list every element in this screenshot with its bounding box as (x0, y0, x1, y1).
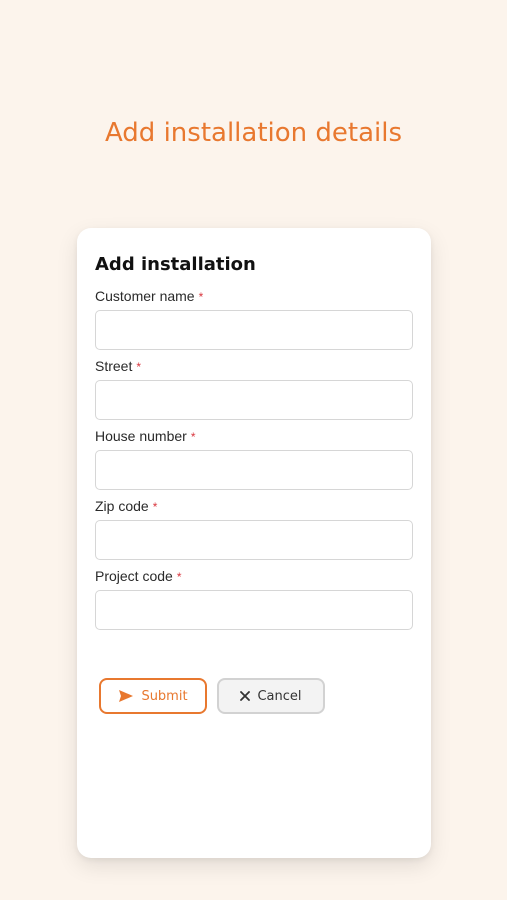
cancel-label: Cancel (257, 688, 302, 704)
customer-name-input[interactable] (95, 310, 413, 350)
customer-name-field-group: Customer name * (95, 288, 413, 350)
cancel-button[interactable]: Cancel (217, 678, 325, 714)
page-title: Add installation details (104, 118, 403, 148)
send-icon (118, 689, 134, 703)
house-number-input[interactable] (95, 450, 413, 490)
close-icon (240, 691, 251, 701)
submit-button[interactable]: Submit (99, 678, 207, 714)
project-code-input[interactable] (95, 590, 413, 630)
add-installation-card: Add installation Customer name * Street * … (77, 228, 431, 858)
project-code-label-text: Project code (95, 568, 173, 584)
zip-code-label: Zip code * (95, 498, 413, 514)
street-field-group: Street * (95, 358, 413, 420)
zip-code-label-text: Zip code (95, 498, 149, 514)
required-marker: * (136, 360, 142, 374)
form-title: Add installation (95, 254, 256, 275)
house-number-label-text: House number (95, 428, 187, 444)
required-marker: * (198, 290, 204, 304)
zip-code-input[interactable] (95, 520, 413, 560)
customer-name-label: Customer name * (95, 288, 413, 304)
project-code-field-group: Project code * (95, 568, 413, 630)
submit-label: Submit (141, 688, 188, 704)
project-code-label: Project code * (95, 568, 413, 584)
required-marker: * (190, 430, 196, 444)
zip-code-field-group: Zip code * (95, 498, 413, 560)
required-marker: * (152, 500, 158, 514)
required-marker: * (176, 570, 182, 584)
street-input[interactable] (95, 380, 413, 420)
house-number-field-group: House number * (95, 428, 413, 490)
street-label: Street * (95, 358, 413, 374)
street-label-text: Street (95, 358, 133, 374)
customer-name-label-text: Customer name (95, 288, 195, 304)
house-number-label: House number * (95, 428, 413, 444)
